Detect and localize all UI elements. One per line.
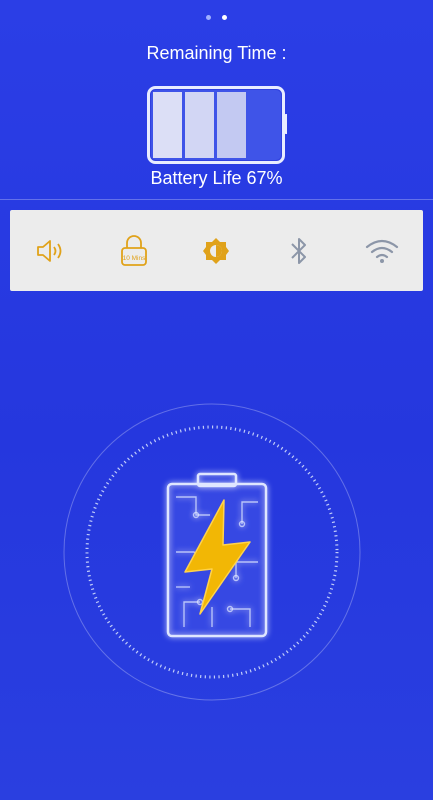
timeout-label: 10 Mins bbox=[123, 255, 147, 262]
battery-level-icon bbox=[147, 86, 287, 164]
page-indicator bbox=[0, 7, 433, 25]
brightness-button[interactable] bbox=[194, 229, 238, 273]
page-dot[interactable] bbox=[206, 15, 212, 20]
quick-settings-toolbar: 10 Mins bbox=[10, 210, 423, 291]
battery-life-label: Battery Life 67% bbox=[150, 168, 283, 188]
sound-toggle-button[interactable] bbox=[29, 229, 73, 273]
brightness-icon bbox=[203, 237, 230, 264]
speaker-icon bbox=[37, 239, 62, 262]
screen-timeout-button[interactable]: 10 Mins bbox=[112, 229, 156, 273]
bluetooth-icon bbox=[291, 237, 307, 264]
charging-animation[interactable] bbox=[62, 402, 362, 702]
wifi-button[interactable] bbox=[360, 229, 404, 273]
wifi-icon bbox=[365, 239, 398, 263]
page-dot-active[interactable] bbox=[221, 15, 227, 20]
remaining-time-title: Remaining Time : bbox=[146, 43, 287, 63]
divider bbox=[0, 199, 433, 200]
lock-icon: 10 Mins bbox=[120, 234, 147, 266]
bluetooth-button[interactable] bbox=[277, 229, 321, 273]
